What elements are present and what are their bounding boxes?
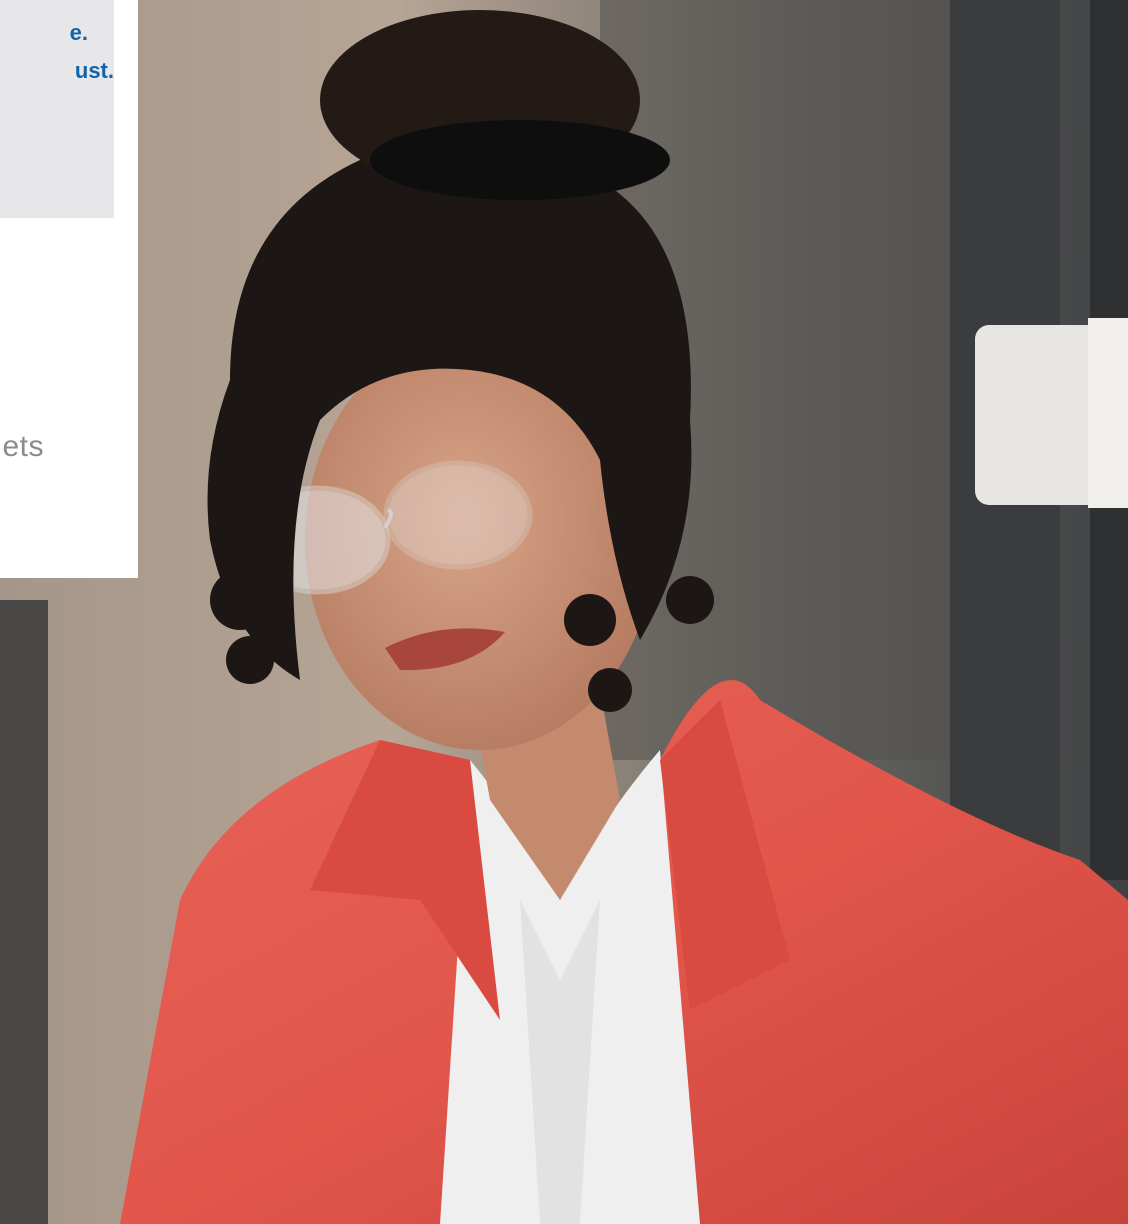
text-card: e. ust. ets (0, 0, 138, 578)
quote-box: e. ust. (0, 0, 114, 218)
quote-line-2: ust. (74, 58, 114, 83)
portrait-photo (0, 0, 1128, 1224)
body-text-fragment: ets (2, 430, 44, 463)
quote-line-1: e. (69, 20, 88, 45)
